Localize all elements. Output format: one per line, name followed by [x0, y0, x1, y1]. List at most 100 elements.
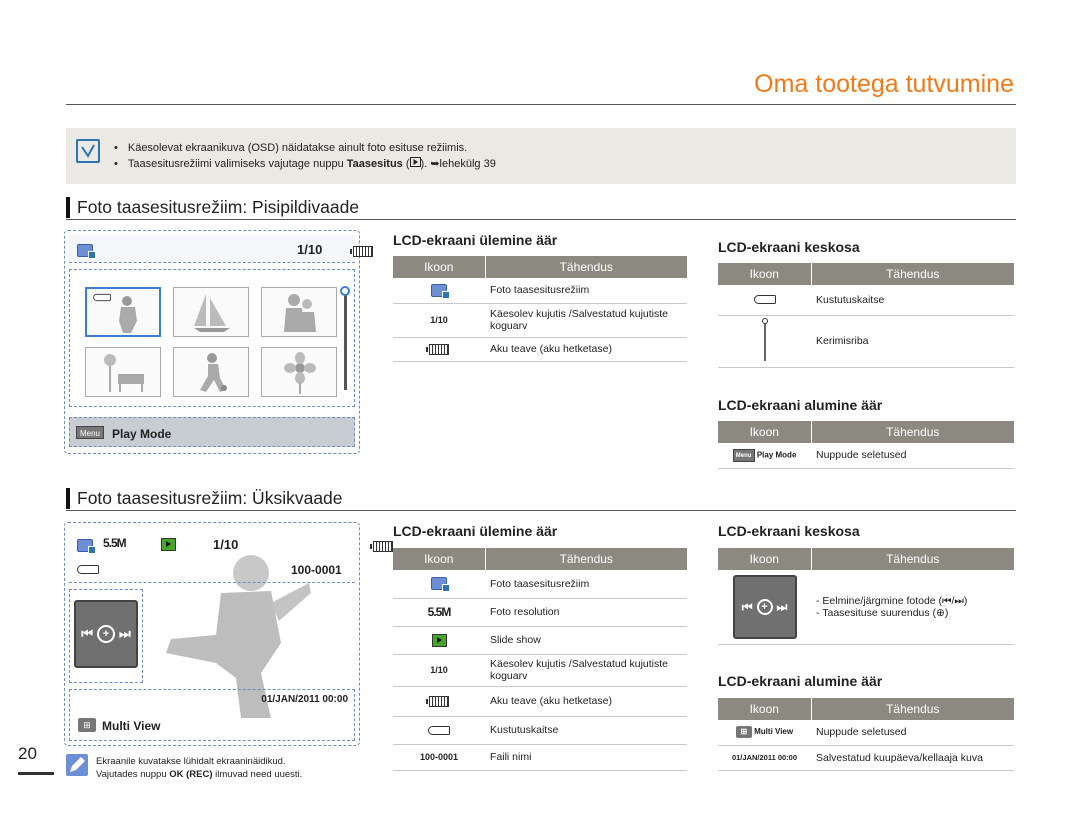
slideshow-icon: [431, 633, 447, 647]
datetime-icon-text: 01/JAN/2011 00:00: [718, 745, 811, 771]
counter-text: 1/10: [297, 242, 323, 257]
note-box: Käesolevat ekraanikuva (OSD) näidatakse …: [66, 128, 1016, 184]
meaning-line: - Taasesituse suurendus (⊕): [816, 606, 949, 619]
protect-key-icon: [428, 725, 450, 735]
play-mode-icon-text: Play Mode: [756, 450, 797, 460]
page-number-rule: [18, 772, 54, 775]
section-divider: [66, 510, 1016, 511]
note-list: Käesolevat ekraanikuva (OSD) näidatakse …: [114, 140, 496, 172]
table-row: Kustutuskaitse: [718, 285, 1014, 316]
column-header: Tähendus: [484, 548, 687, 570]
table-row: Aku teave (aku hetketase): [393, 337, 687, 362]
meaning-cell: Aku teave (aku hetketase): [485, 686, 687, 717]
counter-icon-text: 1/10: [393, 654, 485, 687]
lcd-bottom-table: Ikoon Tähendus ⊞ Multi View Nuppude seletu…: [718, 698, 1014, 771]
protect-key-icon: [753, 295, 776, 305]
sailboat-icon: [194, 294, 230, 332]
column-header: Tähendus: [484, 256, 687, 278]
column-header: Ikoon: [718, 698, 811, 720]
column-header: Tähendus: [810, 548, 1014, 570]
bottom-note: Ekraanile kuvatakse lühidalt ekraaninäid…: [96, 755, 302, 781]
page-number: 20: [18, 744, 37, 763]
scrollbar[interactable]: [344, 290, 347, 390]
lcd-bottom-table: Ikoon Tähendus Menu Play Mode Nuppude sele…: [718, 421, 1014, 469]
note-text: Vajutades nuppu: [96, 769, 170, 780]
table-row: 1/10 Käesolev kujutis /Salvestatud kujuti…: [393, 303, 687, 338]
zoom-icon[interactable]: +: [97, 625, 115, 643]
thumbnail[interactable]: [85, 347, 161, 397]
photo-mode-icon: [77, 539, 96, 555]
table-row: ⏮ + ⏭ - Eelmine/järgmine fotode (⏮/⏭) - Taa…: [718, 570, 1014, 645]
protect-key-icon: [93, 293, 111, 302]
previous-icon[interactable]: ⏮: [81, 626, 93, 642]
multi-view-icon: ⊞: [735, 726, 752, 739]
photo-mode-icon: [431, 577, 450, 593]
section-divider: [66, 219, 1016, 220]
resolution-icon-text: 5.5M: [393, 598, 485, 627]
thumbnail-grid: [69, 269, 355, 407]
meaning-cell: Kerimisriba: [811, 315, 1014, 368]
column-header: Tähendus: [810, 263, 1014, 285]
counter-text: 1/10: [213, 537, 239, 552]
thumbnail-selected[interactable]: [85, 287, 161, 337]
note-text: ilmuvad need uuesti.: [212, 769, 303, 780]
column-header: Ikoon: [393, 256, 485, 278]
section-bar: [66, 197, 70, 218]
meaning-cell: Foto resolution: [485, 598, 687, 627]
arrow-ref-icon: ➥: [430, 158, 440, 170]
note-item-2-text: Taasesitusrežiimi valimiseks vajutage nu…: [127, 158, 344, 170]
table-row: Kerimisriba: [718, 315, 1014, 368]
table-row: 5.5M Foto resolution: [393, 598, 687, 627]
lcd-top-bar: 1/10: [69, 235, 374, 263]
protect-key-icon: [77, 565, 99, 574]
play-icon: [409, 156, 421, 172]
photo-mode-icon: [77, 244, 96, 260]
title-divider: [66, 104, 1016, 105]
thumbnail[interactable]: [173, 347, 249, 397]
meaning-cell: Salvestatud kuupäeva/kellaaja kuva: [811, 745, 1014, 771]
control-pad[interactable]: ⏮ + ⏭: [74, 600, 138, 668]
multi-view-label: Multi View: [102, 719, 161, 733]
note-ref[interactable]: lehekülg 39: [440, 158, 496, 170]
table-title: LCD-ekraani ülemine äär: [393, 523, 558, 539]
counter-icon-text: 1/10: [393, 303, 485, 338]
column-header: Ikoon: [718, 421, 811, 443]
meaning-cell: Nuppude seletused: [811, 443, 1014, 469]
section-title-single: Foto taasesitusrežiim: Üksikvaade: [77, 488, 343, 508]
table-title: LCD-ekraani keskosa: [718, 239, 860, 255]
table-row: 100-0001 Faili nimi: [393, 744, 687, 771]
menu-icon[interactable]: Menu: [76, 426, 104, 439]
multi-view-icon-text: Multi View: [754, 727, 794, 737]
bottom-note-line-2: Vajutades nuppu OK (REC) ilmuvad need uu…: [96, 768, 302, 781]
table-title: LCD-ekraani ülemine äär: [393, 232, 558, 248]
scrollbar-thumb[interactable]: [340, 286, 350, 296]
next-icon: ⏭: [776, 599, 788, 614]
thumbnail[interactable]: [261, 287, 337, 337]
column-header: Tähendus: [810, 698, 1014, 720]
lcd-top-table: Ikoon Tähendus Foto taasesitusrežiim 1/10…: [393, 256, 687, 362]
zoom-icon: +: [756, 598, 773, 615]
dog-bench-icon: [104, 354, 144, 392]
column-header: Tähendus: [810, 421, 1014, 443]
photo-mode-icon: [431, 283, 450, 299]
note-bold-text: OK (REC): [169, 769, 213, 780]
thumbnail[interactable]: [261, 347, 337, 397]
file-number: 100-0001: [291, 563, 342, 577]
multi-view-icon[interactable]: ⊞: [78, 718, 96, 732]
table-row: Kustutuskaitse: [393, 716, 687, 745]
table-row: Menu Play Mode Nuppude seletused: [718, 443, 1014, 469]
pencil-note-icon: [66, 754, 88, 776]
lcd-top-table: Ikoon Tähendus Foto taasesitusrežiim 5.5M…: [393, 548, 687, 771]
next-icon[interactable]: ⏭: [119, 626, 131, 642]
thumbnail[interactable]: [173, 287, 249, 337]
table-row: Foto taasesitusrežiim: [393, 570, 687, 599]
lcd-center-table: Ikoon Tähendus Kustutuskaitse Kerimisriba: [718, 263, 1014, 368]
section-title-thumbnail: Foto taasesitusrežiim: Pisipildivaade: [77, 197, 360, 217]
table-row: Aku teave (aku hetketase): [393, 686, 687, 717]
column-header: Ikoon: [718, 263, 811, 285]
meaning-cell: Foto taasesitusrežiim: [485, 570, 687, 599]
lcd-single-screen: 5.5M 1/10 100-0001 ⏮ + ⏭ 01/JAN/2011 00:00…: [64, 522, 393, 746]
column-header: Ikoon: [718, 548, 811, 570]
play-mode-label: Play Mode: [112, 427, 172, 441]
meaning-cell: Aku teave (aku hetketase): [485, 337, 687, 362]
